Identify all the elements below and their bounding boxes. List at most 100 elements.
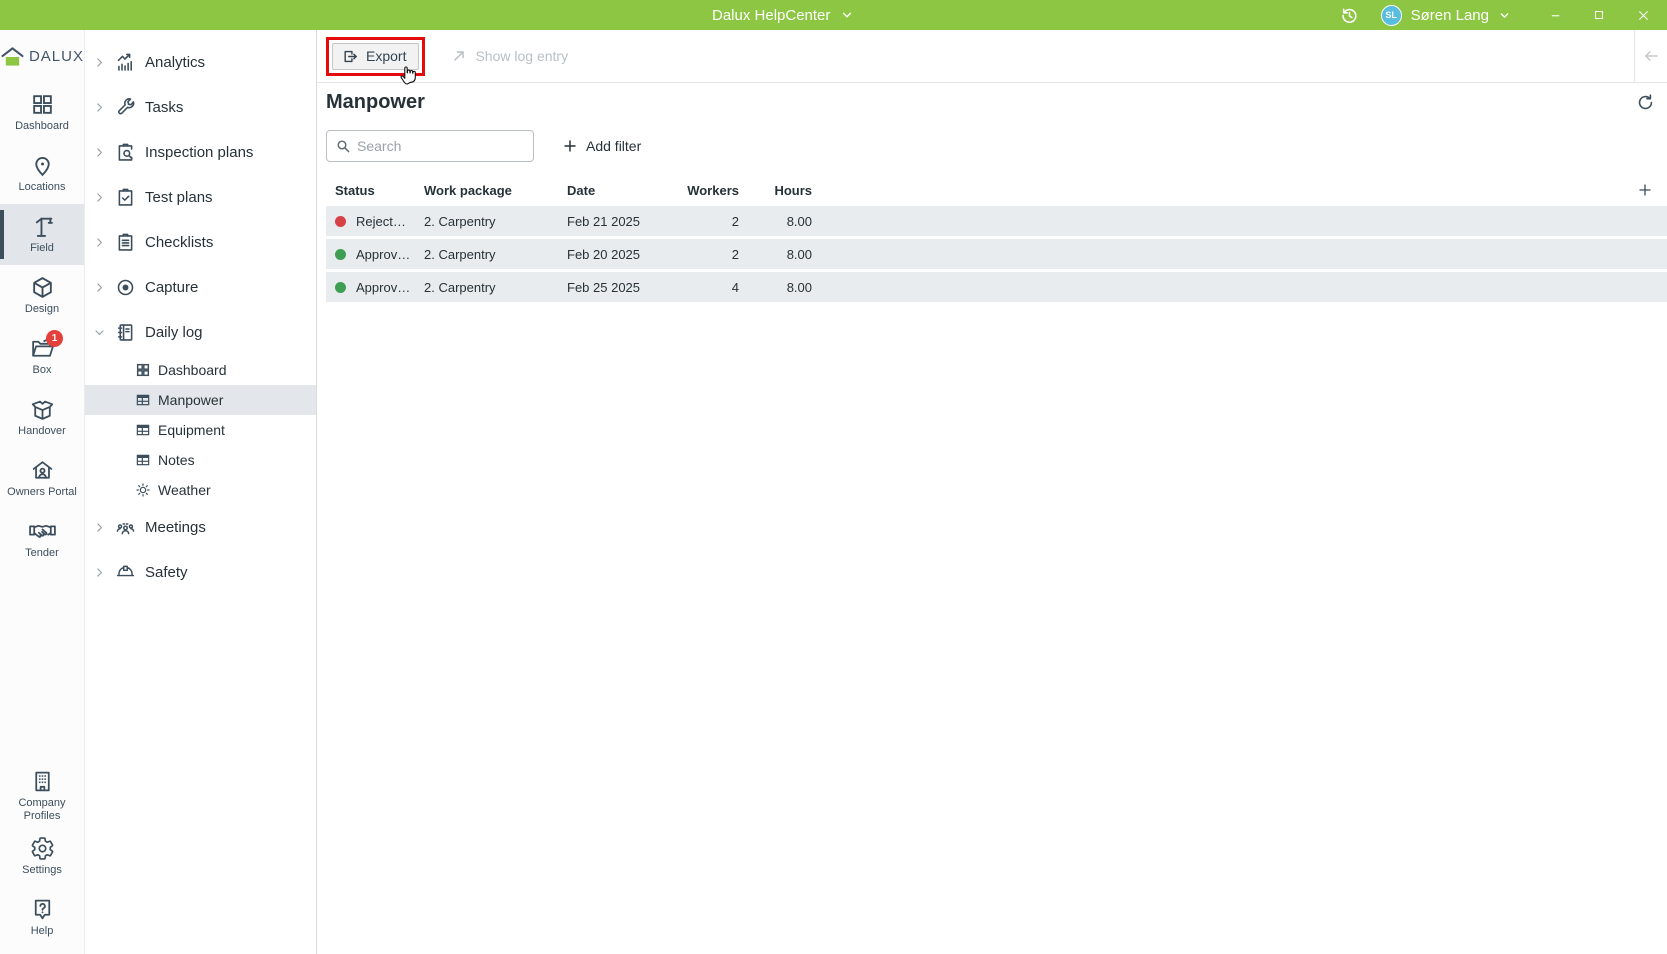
rail-item-company-profiles[interactable]: Company Profiles [0,765,84,826]
inspection-plans-icon [115,142,136,163]
sidebar-subitem-label: Equipment [158,422,225,438]
rail-item-settings[interactable]: Settings [0,826,84,887]
chevron-right-icon [93,281,106,294]
sidebar-subitem-label: Notes [158,452,195,468]
sidebar-item-label: Analytics [145,54,205,71]
sidebar-item-test-plans[interactable]: Test plans [85,175,316,220]
sidebar-item-safety[interactable]: Safety [85,550,316,595]
field-crane-icon [30,214,55,239]
sidebar-subitem-dashboard[interactable]: Dashboard [85,355,316,385]
column-header-workers[interactable]: Workers [687,183,739,198]
toolbar: Export Show log entry [317,30,1667,83]
hours-cell: 8.00 [739,214,812,229]
rail-item-tender[interactable]: Tender [0,509,84,570]
external-link-icon [451,48,467,64]
rail-item-box[interactable]: 1 Box [0,326,84,387]
maximize-button[interactable] [1577,0,1621,30]
sidebar-subitem-label: Dashboard [158,362,227,378]
search-icon [335,138,351,154]
column-header-date[interactable]: Date [567,183,687,198]
rail-item-help[interactable]: Help [0,887,84,948]
status-dot-rejected [335,216,346,227]
rail-item-owners-portal[interactable]: Owners Portal [0,448,84,509]
chevron-down-icon [93,326,106,339]
workers-cell: 4 [687,280,739,295]
dalux-logo[interactable]: DALUX [0,30,84,82]
workers-cell: 2 [687,214,739,229]
add-filter-button[interactable]: Add filter [562,138,641,154]
sidebar-item-daily-log[interactable]: Daily log [85,310,316,355]
collapse-panel-button[interactable] [1634,30,1667,83]
daily-log-icon [115,322,136,343]
meetings-icon [115,517,136,538]
analytics-icon [115,52,136,73]
sidebar-subitem-equipment[interactable]: Equipment [85,415,316,445]
sidebar-item-analytics[interactable]: Analytics [85,40,316,85]
sun-icon [135,482,151,498]
sidebar-subitem-notes[interactable]: Notes [85,445,316,475]
user-menu[interactable]: SL Søren Lang [1381,5,1511,26]
sidebar-item-label: Capture [145,279,198,296]
column-header-status[interactable]: Status [335,183,424,198]
rail-item-locations[interactable]: Locations [0,143,84,204]
dashboard-icon [135,362,151,378]
history-icon[interactable] [1340,6,1359,25]
sidebar-item-checklists[interactable]: Checklists [85,220,316,265]
sidebar-item-label: Tasks [145,99,183,116]
hours-cell: 8.00 [739,247,812,262]
table-row[interactable]: Approv… 2. Carpentry Feb 25 2025 4 8.00 [326,272,1667,302]
date-cell: Feb 21 2025 [567,214,687,229]
chevron-right-icon [93,101,106,114]
rail-item-label: Box [33,364,52,377]
hours-cell: 8.00 [739,280,812,295]
rail-item-handover[interactable]: Handover [0,387,84,448]
refresh-icon[interactable] [1636,93,1655,112]
wrench-icon [115,97,136,118]
sidebar-item-tasks[interactable]: Tasks [85,85,316,130]
rail-item-dashboard[interactable]: Dashboard [0,82,84,143]
icon-rail: DALUX Dashboard Locations Field Design [0,30,85,954]
rail-item-field[interactable]: Field [0,204,84,265]
column-header-hours[interactable]: Hours [739,183,812,198]
sidebar-item-capture[interactable]: Capture [85,265,316,310]
help-icon [30,897,55,922]
table-row[interactable]: Reject… 2. Carpentry Feb 21 2025 2 8.00 [326,206,1667,236]
minimize-button[interactable] [1533,0,1577,30]
company-profiles-icon [30,769,55,794]
app-title-menu[interactable]: Dalux HelpCenter [712,0,854,30]
sidebar-item-label: Test plans [145,189,213,206]
close-button[interactable] [1621,0,1665,30]
work-package-cell: 2. Carpentry [424,280,567,295]
chevron-right-icon [93,191,106,204]
table-icon [135,392,151,408]
sidebar-item-label: Safety [145,564,188,581]
dashboard-icon [30,92,55,117]
table-row[interactable]: Approv… 2. Carpentry Feb 20 2025 2 8.00 [326,239,1667,269]
sidebar-subitem-manpower[interactable]: Manpower [85,385,316,415]
plus-icon [562,138,578,154]
sidebar-subitem-weather[interactable]: Weather [85,475,316,505]
sidebar-item-meetings[interactable]: Meetings [85,505,316,550]
rail-item-label: Handover [18,425,66,438]
export-button[interactable]: Export [332,43,419,70]
safety-helmet-icon [115,562,136,583]
test-plans-icon [115,187,136,208]
handover-box-icon [30,397,55,422]
rail-item-label: Design [25,303,59,316]
owners-portal-icon [30,458,55,483]
arrow-left-icon [1642,47,1660,65]
search-input[interactable] [357,138,525,154]
add-column-button[interactable] [1623,182,1667,198]
column-header-work-package[interactable]: Work package [424,183,567,198]
chevron-right-icon [93,56,106,69]
status-text: Approv… [356,247,410,262]
show-log-entry-button[interactable]: Show log entry [451,48,568,64]
rail-item-label: Settings [22,864,62,877]
rail-item-design[interactable]: Design [0,265,84,326]
chevron-down-icon [840,8,854,22]
sidebar-item-label: Checklists [145,234,213,251]
locations-icon [30,153,55,178]
avatar: SL [1381,5,1402,26]
sidebar-item-inspection-plans[interactable]: Inspection plans [85,130,316,175]
capture-icon [115,277,136,298]
